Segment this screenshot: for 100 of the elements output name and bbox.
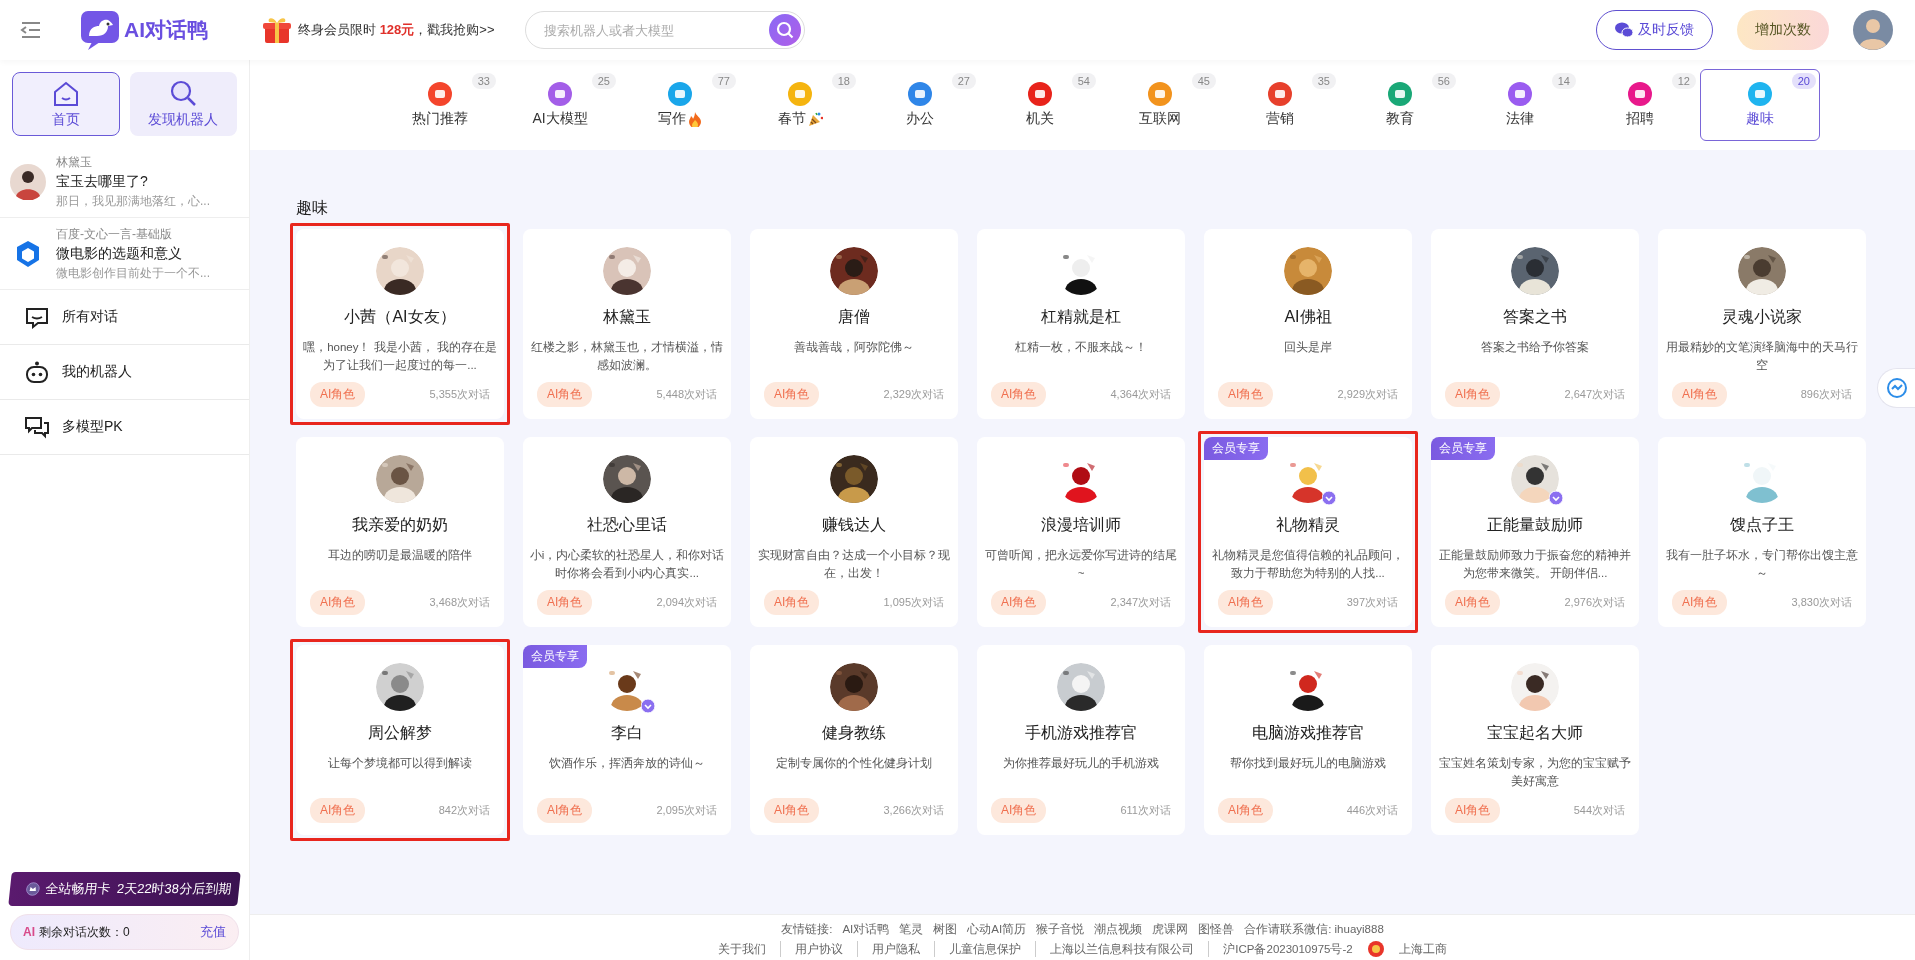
chat-count: 4,364次对话 — [1110, 387, 1171, 402]
nav-tab[interactable]: 发现机器人 — [129, 72, 237, 136]
sidebar-menu-item[interactable]: 所有对话 — [0, 290, 249, 345]
bot-card[interactable]: 周公解梦 让每个梦境都可以得到解读 AI角色 842次对话 — [296, 645, 504, 835]
bot-name: 唐僧 — [838, 307, 870, 327]
logo-text[interactable]: AI对话鸭 — [124, 16, 208, 44]
bot-card[interactable]: 会员专享 礼物精灵 礼物精灵是您值得信赖的礼品顾问，致力于帮助您为特别的人找... AI角色 397次对话 — [1204, 437, 1412, 627]
category-tab[interactable]: AI大模型 25 — [500, 69, 620, 141]
user-avatar[interactable] — [1853, 10, 1893, 50]
chat-icon — [24, 305, 50, 329]
footer-link[interactable]: 用户协议 — [795, 941, 859, 957]
bot-card[interactable]: 我亲爱的奶奶 耳边的唠叨是最温暖的陪伴 AI角色 3,468次对话 — [296, 437, 504, 627]
bot-card[interactable]: 会员专享 正能量鼓励师 正能量鼓励师致力于振奋您的精神并为您带来微笑。 开朗伴侣... AI角色 2,976次对话 — [1431, 437, 1639, 627]
footer-link[interactable]: 上海工商 — [1398, 941, 1447, 957]
bot-card[interactable]: 电脑游戏推荐官 帮你找到最好玩儿的电脑游戏 AI角色 446次对话 — [1204, 645, 1412, 835]
bot-card[interactable]: 浪漫培训师 可曾听闻，把永远爱你写进诗的结尾~ AI角色 2,347次对话 — [977, 437, 1185, 627]
wechat-icon — [1615, 22, 1633, 38]
add-credits-button[interactable]: 增加次数 — [1737, 10, 1829, 50]
category-tab[interactable]: 法律 14 — [1460, 69, 1580, 141]
menu-icon[interactable] — [20, 21, 42, 39]
category-tab[interactable]: 互联网 45 — [1100, 69, 1220, 141]
role-tag: AI角色 — [310, 382, 366, 407]
footer-link[interactable]: 合作请联系微信: ihuayi888 — [1244, 921, 1384, 937]
bot-card[interactable]: 宝宝起名大师 宝宝姓名策划专家，为您的宝宝赋予美好寓意 AI角色 544次对话 — [1431, 645, 1639, 835]
footer-link[interactable]: 儿童信息保护 — [949, 941, 1037, 957]
footer-link[interactable]: 笔灵 — [899, 921, 924, 937]
bot-card[interactable]: 唐僧 善哉善哉，阿弥陀佛～ AI角色 2,329次对话 — [750, 229, 958, 419]
footer-link[interactable]: 猴子音悦 — [1036, 921, 1085, 937]
robot-icon — [24, 360, 50, 384]
bot-name: 馊点子王 — [1730, 515, 1794, 535]
chat-count: 2,347次对话 — [1110, 595, 1171, 610]
bot-card[interactable]: AI佛祖 回头是岸 AI角色 2,929次对话 — [1204, 229, 1412, 419]
footer-link[interactable]: 心动AI简历 — [967, 921, 1027, 937]
sidebar-menu-item[interactable]: 多模型PK — [0, 400, 249, 455]
chat-preview: 那日，我见那满地落红，心... — [56, 192, 210, 210]
section-title: 趣味 — [296, 198, 329, 218]
category-icon — [1388, 82, 1412, 106]
category-tab[interactable]: 办公 27 — [860, 69, 980, 141]
category-tab[interactable]: 教育 56 — [1340, 69, 1460, 141]
footer-link[interactable]: AI对话鸭 — [842, 921, 890, 937]
bot-card[interactable]: 赚钱达人 实现财富自由？达成一个小目标？现在，出发！ AI角色 1,095次对话 — [750, 437, 958, 627]
category-tab[interactable]: 写作 77 — [620, 69, 740, 141]
search-field[interactable]: 搜索机器人或者大模型 — [541, 21, 769, 39]
assistant-button[interactable] — [1877, 368, 1915, 408]
bot-card[interactable]: 馊点子王 我有一肚子坏水，专门帮你出馊主意～ AI角色 3,830次对话 — [1658, 437, 1866, 627]
recent-chat-item[interactable]: 百度-文心一言-基础版 微电影的选题和意义 微电影创作目前处于一个不... — [0, 218, 249, 290]
recharge-link[interactable]: 充值 — [200, 923, 226, 941]
bot-card[interactable]: 社恐心里话 小i，内心柔软的社恐星人，和你对话时你将会看到小i内心真实... AI角色 2,094次对话 — [523, 437, 731, 627]
count-badge: 14 — [1551, 73, 1576, 89]
nav-tab[interactable]: 首页 — [12, 72, 120, 136]
bot-card[interactable]: 杠精就是杠 杠精一枚，不服来战～！ AI角色 4,364次对话 — [977, 229, 1185, 419]
bot-description: 用最精妙的文笔演绎脑海中的天马行空 — [1665, 340, 1859, 373]
footer-link[interactable]: 关于我们 — [718, 941, 782, 957]
category-tab[interactable]: 春节 18 — [740, 69, 860, 141]
bot-description: 饮酒作乐，挥洒奔放的诗仙～ — [548, 756, 706, 771]
count-badge: 35 — [1311, 73, 1336, 89]
role-tag: AI角色 — [991, 798, 1047, 823]
bot-name: 电脑游戏推荐官 — [1252, 723, 1364, 743]
chat-count: 446次对话 — [1346, 803, 1398, 818]
bot-card[interactable]: 会员专享 李白 饮酒作乐，挥洒奔放的诗仙～ AI角色 2,095次对话 — [523, 645, 731, 835]
chat-count: 5,448次对话 — [656, 387, 717, 402]
category-tab[interactable]: 招聘 12 — [1580, 69, 1700, 141]
footer-link[interactable]: 树图 — [933, 921, 958, 937]
bot-description: 善哉善哉，阿弥陀佛～ — [793, 340, 915, 355]
footer-link[interactable]: 用户隐私 — [872, 941, 936, 957]
bot-name: 正能量鼓励师 — [1487, 515, 1583, 535]
expiry-countdown: 2天22时38分后到期 — [115, 880, 232, 898]
category-tab[interactable]: 营销 35 — [1220, 69, 1340, 141]
chat-count: 3,468次对话 — [429, 595, 490, 610]
category-tab[interactable]: 热门推荐 33 — [380, 69, 500, 141]
category-tab[interactable]: 机关 54 — [980, 69, 1100, 141]
bot-card[interactable]: 小茜（AI女友） 嘿，honey！ 我是小茜， 我的存在是为了让我们一起度过的每一... AI角色 5,355次对话 — [296, 229, 504, 419]
footer-link[interactable]: 沪ICP备2023010975号-2 — [1223, 941, 1353, 957]
footer-link[interactable]: 潮点视频 — [1094, 921, 1143, 937]
feedback-button[interactable]: 及时反馈 — [1596, 10, 1713, 50]
links-label: 友情链接: — [781, 922, 833, 937]
bot-card[interactable]: 答案之书 答案之书给予你答案 AI角色 2,647次对话 — [1431, 229, 1639, 419]
category-tab[interactable]: 趣味 20 — [1700, 69, 1820, 141]
membership-card[interactable]: 全站畅用卡 2天22时38分后到期 — [8, 872, 241, 906]
bot-name: 宝宝起名大师 — [1487, 723, 1583, 743]
chat-count: 896次对话 — [1800, 387, 1852, 402]
bot-card[interactable]: 健身教练 定制专属你的个性化健身计划 AI角色 3,266次对话 — [750, 645, 958, 835]
bot-card[interactable]: 手机游戏推荐官 为你推荐最好玩儿的手机游戏 AI角色 611次对话 — [977, 645, 1185, 835]
role-tag: AI角色 — [764, 382, 820, 407]
footer-link[interactable]: 上海以兰信息科技有限公司 — [1050, 941, 1210, 957]
member-badge: 会员专享 — [1431, 437, 1495, 460]
footer-link[interactable]: 图怪兽 — [1198, 921, 1235, 937]
bot-card[interactable]: 林黛玉 红楼之影，林黛玉也，才情横溢，情感如波澜。 AI角色 5,448次对话 — [523, 229, 731, 419]
count-badge: 56 — [1431, 73, 1456, 89]
bot-card[interactable]: 灵魂小说家 用最精妙的文笔演绎脑海中的天马行空 AI角色 896次对话 — [1658, 229, 1866, 419]
bot-name: 答案之书 — [1503, 307, 1567, 327]
membership-label: 全站畅用卡 — [44, 880, 112, 898]
promo-banner[interactable]: 终身会员限时 128元，戳我抢购>> — [262, 15, 495, 45]
duck-logo-icon[interactable] — [80, 10, 120, 50]
footer-link[interactable]: 虎课网 — [1152, 921, 1189, 937]
sidebar-menu-item[interactable]: 我的机器人 — [0, 345, 249, 400]
role-tag: AI角色 — [1218, 798, 1274, 823]
search-button[interactable] — [768, 14, 801, 46]
role-tag: AI角色 — [991, 382, 1047, 407]
recent-chat-item[interactable]: 林黛玉 宝玉去哪里了? 那日，我见那满地落红，心... — [0, 146, 249, 218]
